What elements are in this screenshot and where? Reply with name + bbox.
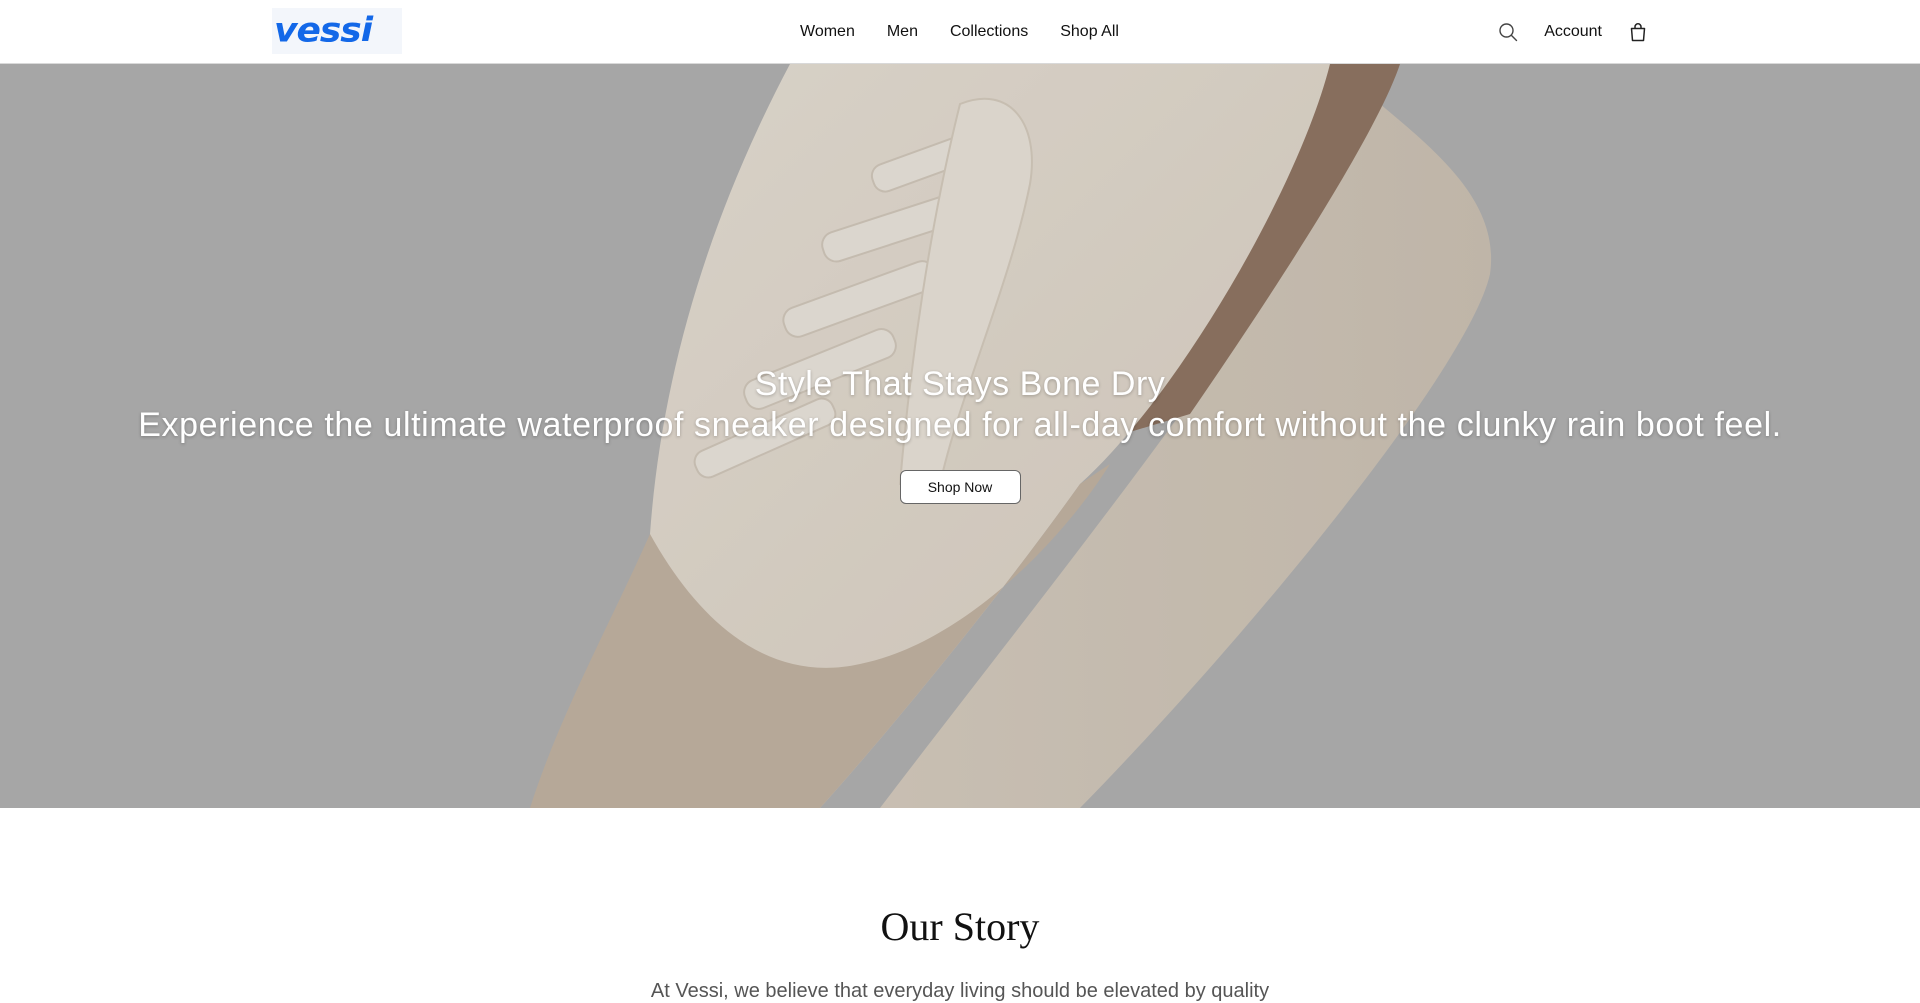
hero-title: Style That Stays Bone Dry xyxy=(754,365,1166,403)
main-nav: Women Men Collections Shop All xyxy=(800,0,1119,64)
search-icon[interactable] xyxy=(1498,22,1518,42)
header-actions: Account xyxy=(1498,0,1648,64)
hero-banner: Style That Stays Bone Dry Experience the… xyxy=(0,64,1920,808)
shopping-bag-icon[interactable] xyxy=(1628,22,1648,42)
site-header: vessi Women Men Collections Shop All Acc… xyxy=(0,0,1920,64)
hero-content: Style That Stays Bone Dry Experience the… xyxy=(0,364,1920,504)
nav-shop-all[interactable]: Shop All xyxy=(1060,23,1119,41)
story-text: At Vessi, we believe that everyday livin… xyxy=(650,980,1270,1002)
hero-subtitle: Experience the ultimate waterproof sneak… xyxy=(138,406,1782,444)
nav-women[interactable]: Women xyxy=(800,23,855,41)
brand-logo[interactable]: vessi xyxy=(272,8,402,54)
our-story-section: Our Story At Vessi, we believe that ever… xyxy=(0,808,1920,1002)
logo-text: vessi xyxy=(274,11,373,50)
nav-men[interactable]: Men xyxy=(887,23,918,41)
shop-now-button[interactable]: Shop Now xyxy=(899,470,1021,504)
story-title: Our Story xyxy=(880,904,1040,949)
nav-collections[interactable]: Collections xyxy=(950,23,1028,41)
account-link[interactable]: Account xyxy=(1544,23,1602,41)
